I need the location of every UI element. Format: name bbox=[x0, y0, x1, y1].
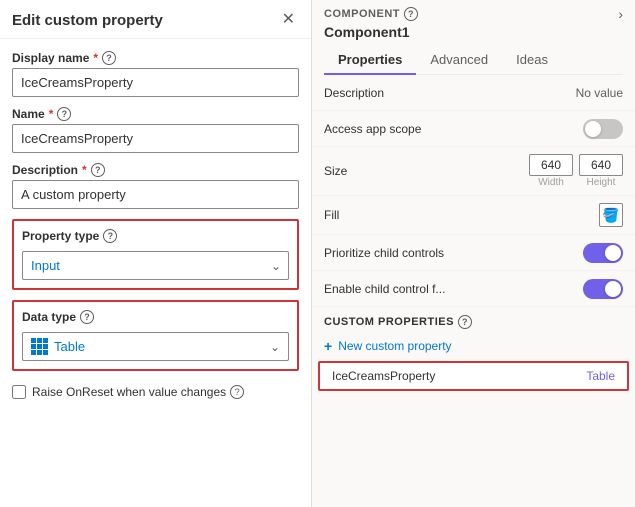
component-chevron-icon[interactable]: › bbox=[618, 6, 623, 22]
custom-property-item[interactable]: IceCreamsProperty Table bbox=[318, 361, 629, 391]
data-type-label: Data type ? bbox=[22, 310, 289, 324]
required-star: * bbox=[93, 51, 98, 65]
raise-on-reset-label: Raise OnReset when value changes ? bbox=[32, 385, 244, 399]
description-group: Description * ? bbox=[12, 163, 299, 209]
data-type-section: Data type ? Table ⌄ bbox=[12, 300, 299, 371]
raise-on-reset-info-icon[interactable]: ? bbox=[230, 385, 244, 399]
data-type-select-display[interactable]: Table ⌄ bbox=[22, 332, 289, 361]
right-header: COMPONENT ? › Component1 Properties Adva… bbox=[312, 0, 635, 75]
tab-properties[interactable]: Properties bbox=[324, 46, 416, 75]
display-name-label: Display name * ? bbox=[12, 51, 299, 65]
size-height-input[interactable] bbox=[579, 154, 623, 176]
prop-name-size: Size bbox=[324, 164, 424, 178]
data-type-select-wrapper[interactable]: Table ⌄ bbox=[22, 332, 289, 361]
prop-row-access-app-scope: Access app scope bbox=[312, 111, 635, 147]
description-info-icon[interactable]: ? bbox=[91, 163, 105, 177]
new-prop-label: New custom property bbox=[338, 339, 451, 353]
raise-on-reset-checkbox[interactable] bbox=[12, 385, 26, 399]
data-type-info-icon[interactable]: ? bbox=[80, 310, 94, 324]
property-type-info-icon[interactable]: ? bbox=[103, 229, 117, 243]
component-info-icon[interactable]: ? bbox=[404, 7, 418, 21]
prop-name-fill: Fill bbox=[324, 208, 424, 222]
left-panel: Edit custom property ✕ Display name * ? … bbox=[0, 0, 312, 507]
toggle-enable-child[interactable] bbox=[583, 279, 623, 299]
custom-properties-header: CUSTOM PROPERTIES ? bbox=[312, 307, 635, 333]
toggle-thumb-prioritize bbox=[605, 245, 621, 261]
property-type-select-wrapper: Input Output Event ⌄ bbox=[22, 251, 289, 280]
name-group: Name * ? bbox=[12, 107, 299, 153]
raise-on-reset-row: Raise OnReset when value changes ? bbox=[12, 385, 299, 399]
prop-row-size: Size Width Height bbox=[312, 147, 635, 196]
prop-name-prioritize: Prioritize child controls bbox=[324, 246, 444, 260]
prop-name-description: Description bbox=[324, 86, 424, 100]
fill-bucket-icon: 🪣 bbox=[602, 207, 619, 224]
toggle-thumb bbox=[585, 121, 601, 137]
description-label: Description * ? bbox=[12, 163, 299, 177]
component-label-row: COMPONENT ? › bbox=[324, 6, 623, 22]
table-icon bbox=[31, 338, 48, 355]
display-name-input[interactable] bbox=[12, 68, 299, 97]
name-label: Name * ? bbox=[12, 107, 299, 121]
size-height-label: Height bbox=[587, 177, 616, 188]
prop-value-description: No value bbox=[576, 86, 623, 100]
new-prop-plus-icon: + bbox=[324, 338, 332, 354]
panel-header: Edit custom property ✕ bbox=[0, 0, 311, 39]
toggle-access-app-scope[interactable] bbox=[583, 119, 623, 139]
panel-body: Display name * ? Name * ? Description * … bbox=[0, 39, 311, 507]
property-type-section: Property type ? Input Output Event ⌄ bbox=[12, 219, 299, 290]
name-info-icon[interactable]: ? bbox=[57, 107, 71, 121]
component-label: COMPONENT ? bbox=[324, 7, 418, 21]
property-type-label: Property type ? bbox=[22, 229, 289, 243]
tabs-row: Properties Advanced Ideas bbox=[324, 46, 623, 75]
property-type-select[interactable]: Input Output Event bbox=[22, 251, 289, 280]
toggle-thumb-enable-child bbox=[605, 281, 621, 297]
display-name-group: Display name * ? bbox=[12, 51, 299, 97]
size-width-field: Width bbox=[529, 154, 573, 188]
panel-title: Edit custom property bbox=[12, 12, 163, 29]
custom-prop-type: Table bbox=[586, 369, 615, 383]
tab-ideas[interactable]: Ideas bbox=[502, 46, 562, 75]
fill-swatch[interactable]: 🪣 bbox=[599, 203, 623, 227]
custom-properties-info-icon[interactable]: ? bbox=[458, 315, 472, 329]
component-name: Component1 bbox=[324, 24, 623, 40]
data-type-value: Table bbox=[54, 339, 270, 354]
size-width-input[interactable] bbox=[529, 154, 573, 176]
prop-row-prioritize: Prioritize child controls bbox=[312, 235, 635, 271]
data-type-chevron-icon: ⌄ bbox=[270, 340, 280, 354]
right-panel: COMPONENT ? › Component1 Properties Adva… bbox=[312, 0, 635, 507]
name-input[interactable] bbox=[12, 124, 299, 153]
custom-prop-name: IceCreamsProperty bbox=[332, 369, 435, 383]
tab-advanced[interactable]: Advanced bbox=[416, 46, 502, 75]
prop-name-enable-child: Enable child control f... bbox=[324, 282, 445, 296]
prop-row-enable-child: Enable child control f... bbox=[312, 271, 635, 307]
display-name-info-icon[interactable]: ? bbox=[102, 51, 116, 65]
size-inputs: Width Height bbox=[529, 154, 623, 188]
name-required-star: * bbox=[49, 107, 54, 121]
toggle-prioritize[interactable] bbox=[583, 243, 623, 263]
size-height-field: Height bbox=[579, 154, 623, 188]
prop-row-fill: Fill 🪣 bbox=[312, 196, 635, 235]
close-button[interactable]: ✕ bbox=[278, 10, 299, 30]
right-content: Description No value Access app scope Si… bbox=[312, 75, 635, 507]
desc-required-star: * bbox=[82, 163, 87, 177]
prop-name-access-app-scope: Access app scope bbox=[324, 122, 424, 136]
prop-row-description: Description No value bbox=[312, 75, 635, 111]
size-width-label: Width bbox=[538, 177, 564, 188]
description-input[interactable] bbox=[12, 180, 299, 209]
new-custom-property-row[interactable]: + New custom property bbox=[312, 333, 635, 359]
